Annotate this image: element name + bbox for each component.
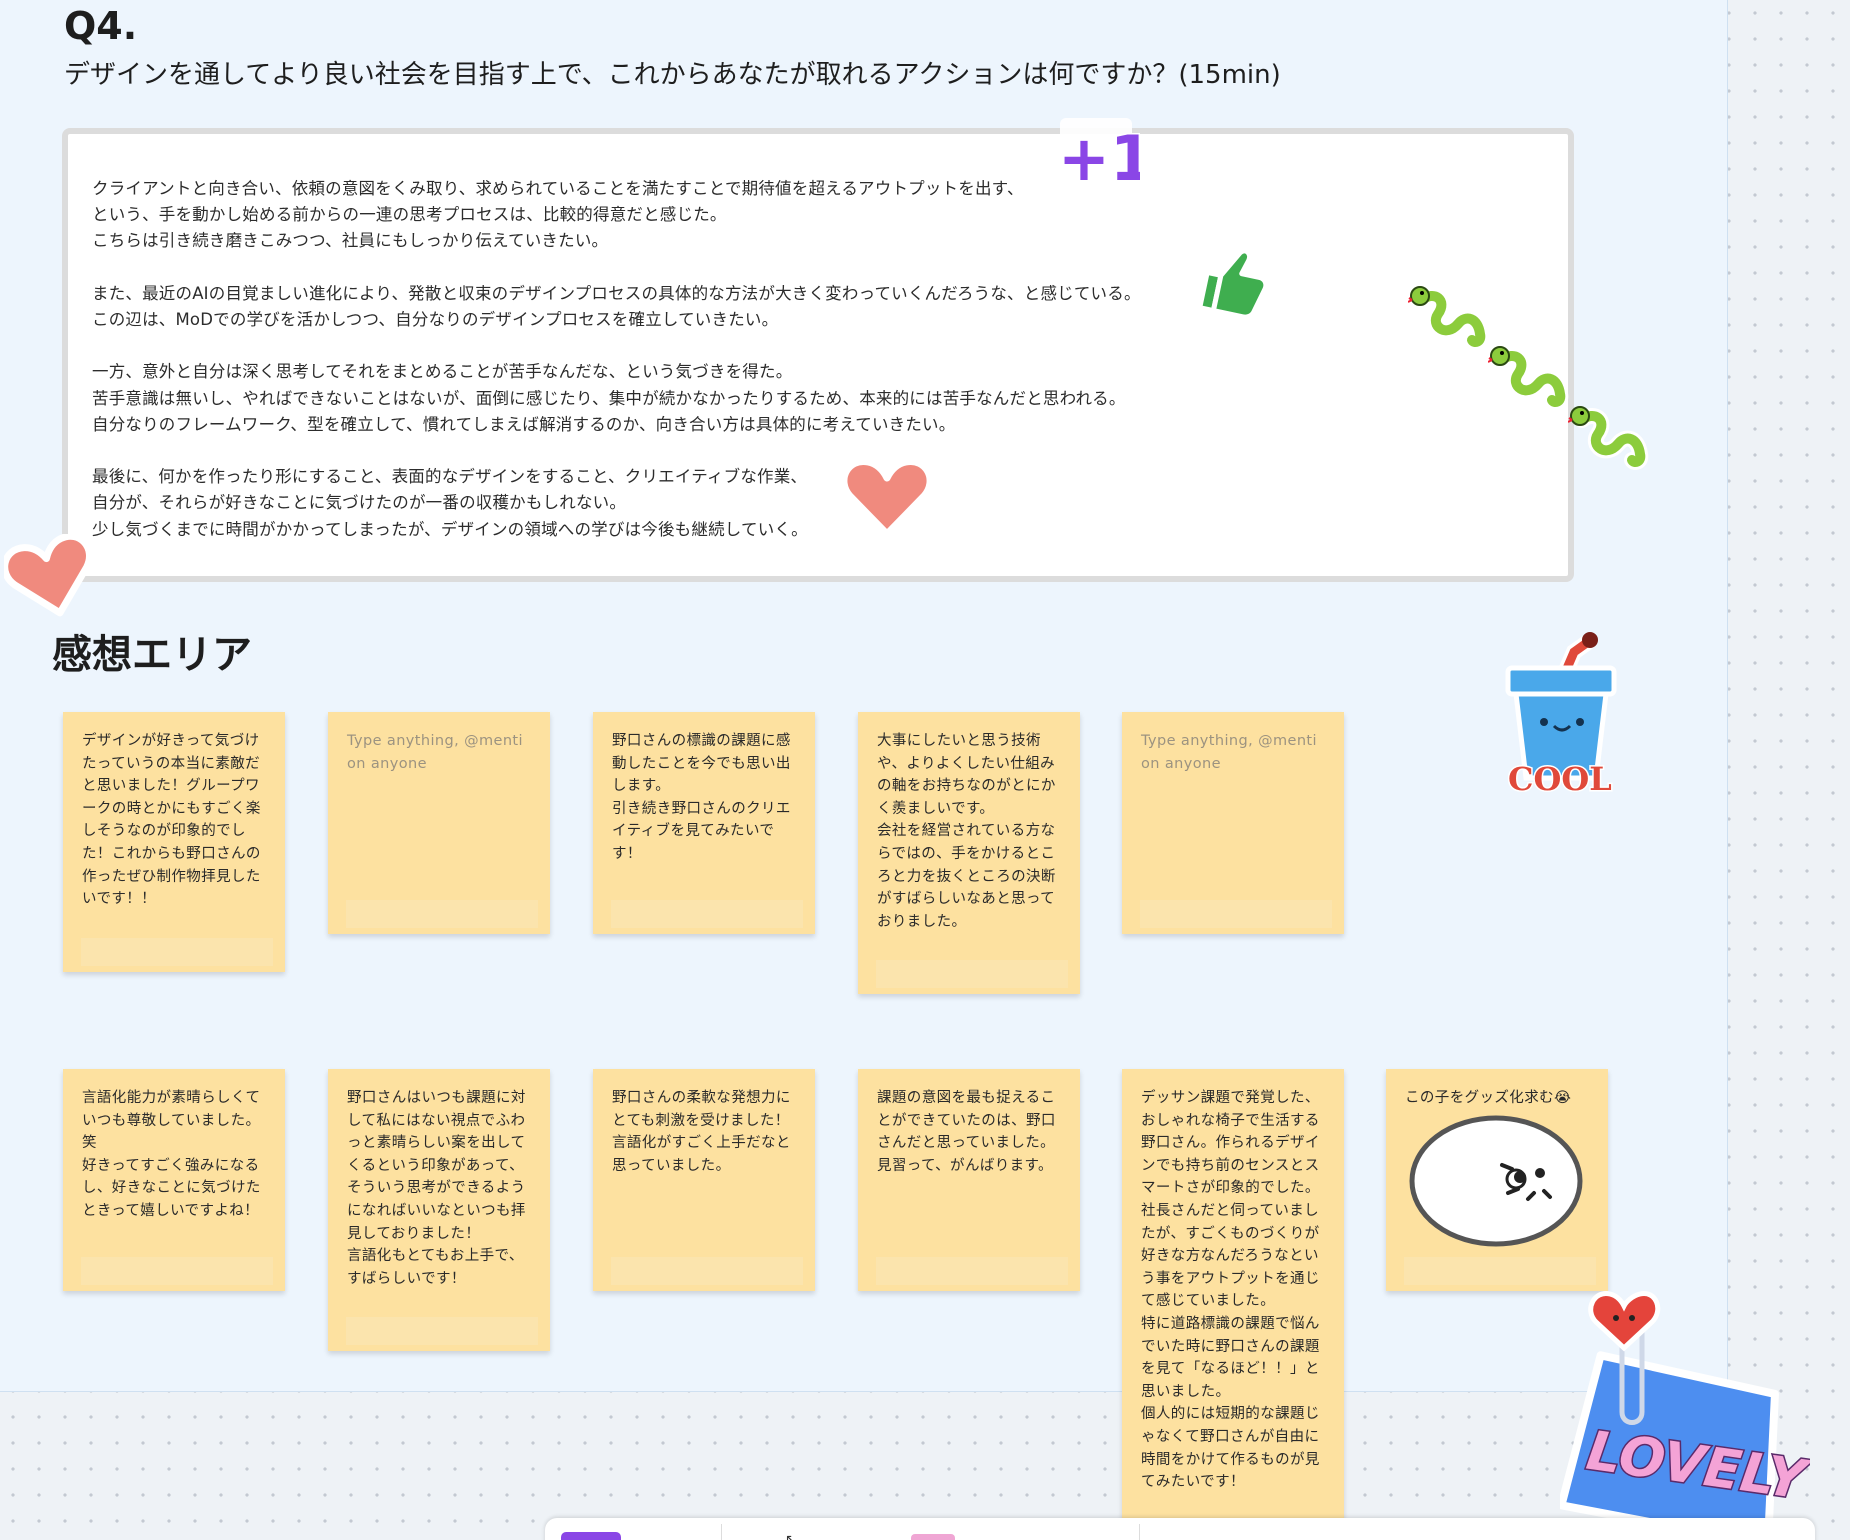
- heart-icon[interactable]: [1, 532, 98, 624]
- answer-text: クライアントと向き合い、依頼の意図をくみ取り、求められていることを満たすことで期…: [92, 179, 1141, 539]
- snake-icon[interactable]: [1407, 284, 1494, 354]
- sticky-note-author: [876, 1257, 1068, 1285]
- sticky-note[interactable]: 野口さんの柔軟な発想力にとても刺激を受けました！ 言語化がすごく上手だなと思って…: [593, 1069, 815, 1291]
- frame-section: Q4. デザインを通してより良い社会を目指す上で、これからあなたが取れるアクショ…: [0, 0, 1728, 1519]
- snake-icon[interactable]: [1487, 344, 1574, 414]
- sticky-note-text: 野口さんの柔軟な発想力にとても刺激を受けました！ 言語化がすごく上手だなと思って…: [612, 1090, 791, 1174]
- cool-text: COOL: [1508, 760, 1612, 796]
- lovely-sticker[interactable]: LOVELY: [1557, 1282, 1816, 1540]
- sticky-note-text: 大事にしたいと思う技術や、よりよくしたい仕組みの軸をお持ちなのがとにかく羨ましい…: [877, 733, 1056, 930]
- mochi-character-icon: [1409, 1115, 1583, 1247]
- sticky-note[interactable]: 課題の意図を最も捉えることができていたのは、野口さんだと思っていました。 見習っ…: [858, 1069, 1080, 1291]
- toolbar-divider: [1139, 1524, 1140, 1540]
- sticky-note-author: [81, 938, 273, 966]
- sticky-note-text: デザインが好きって気づけたっていうの本当に素敵だと思いました！グループワークの時…: [82, 733, 261, 908]
- sticky-note-text: この子をグッズ化求む😭: [1405, 1090, 1572, 1106]
- sticky-note-author: [346, 900, 538, 928]
- toolbar-sticky-icon[interactable]: [911, 1534, 955, 1540]
- sticky-note-empty[interactable]: Type anything, @mention anyone: [328, 712, 550, 934]
- sticky-note-author: [346, 1317, 538, 1345]
- sticky-note-text: 課題の意図を最も捉えることができていたのは、野口さんだと思っていました。 見習っ…: [877, 1090, 1056, 1174]
- sticky-note[interactable]: この子をグッズ化求む😭: [1386, 1069, 1608, 1291]
- sticky-note[interactable]: デッサン課題で発覚した、おしゃれな椅子で生活する野口さん。作られるデザインでも持…: [1122, 1069, 1344, 1519]
- plus-one-text: +1: [1058, 122, 1140, 190]
- sticky-note[interactable]: 野口さんはいつも課題に対して私にはない視点でふわっと素晴らしい案を出してくるとい…: [328, 1069, 550, 1351]
- sticky-note-author: [1140, 900, 1332, 928]
- sticky-note-author: [876, 960, 1068, 988]
- toolbar-tool-icon[interactable]: [561, 1532, 621, 1540]
- sticky-note[interactable]: デザインが好きって気づけたっていうの本当に素敵だと思いました！グループワークの時…: [63, 712, 285, 972]
- sticky-note-placeholder: Type anything, @mention anyone: [347, 733, 523, 772]
- sticky-note-text: 野口さんはいつも課題に対して私にはない視点でふわっと素晴らしい案を出してくるとい…: [347, 1090, 526, 1287]
- sticky-note-empty[interactable]: Type anything, @mention anyone: [1122, 712, 1344, 934]
- plus-one-sticker[interactable]: +1: [1052, 108, 1155, 197]
- toolbar-divider: [721, 1524, 722, 1540]
- sticky-note[interactable]: 大事にしたいと思う技術や、よりよくしたい仕組みの軸をお持ちなのがとにかく羨ましい…: [858, 712, 1080, 994]
- question-text: デザインを通してより良い社会を目指す上で、これからあなたが取れるアクションは何で…: [64, 60, 1281, 90]
- sticky-note-author: [81, 1257, 273, 1285]
- sticky-note-text: デッサン課題で発覚した、おしゃれな椅子で生活する野口さん。作られるデザインでも持…: [1141, 1090, 1320, 1491]
- sticky-note-placeholder: Type anything, @mention anyone: [1141, 733, 1317, 772]
- bottom-toolbar: ↖: [545, 1518, 1815, 1540]
- snake-icon[interactable]: [1567, 404, 1654, 474]
- cool-cup-sticker[interactable]: COOL: [1500, 626, 1624, 800]
- sticky-note[interactable]: 言語化能力が素晴らしくていつも尊敬していました。 笑 好きってすごく強みになるし…: [63, 1069, 285, 1291]
- feedback-area-title: 感想エリア: [52, 632, 252, 678]
- question-number: Q4.: [64, 4, 138, 48]
- thumbs-up-icon[interactable]: [1192, 238, 1274, 328]
- sticky-note-text: 野口さんの標識の課題に感動したことを今でも思い出します。 引き続き野口さんのクリ…: [612, 733, 791, 862]
- sticky-note-author: [1404, 1257, 1596, 1285]
- sticky-note[interactable]: 野口さんの標識の課題に感動したことを今でも思い出します。 引き続き野口さんのクリ…: [593, 712, 815, 934]
- sticky-note-author: [611, 1257, 803, 1285]
- sticky-note-author: [611, 900, 803, 928]
- answer-text-box[interactable]: クライアントと向き合い、依頼の意図をくみ取り、求められていることを満たすことで期…: [62, 128, 1574, 582]
- cursor-icon[interactable]: ↖: [785, 1532, 797, 1540]
- heart-icon[interactable]: [840, 454, 934, 544]
- sticky-note-text: 言語化能力が素晴らしくていつも尊敬していました。 笑 好きってすごく強みになるし…: [82, 1090, 261, 1219]
